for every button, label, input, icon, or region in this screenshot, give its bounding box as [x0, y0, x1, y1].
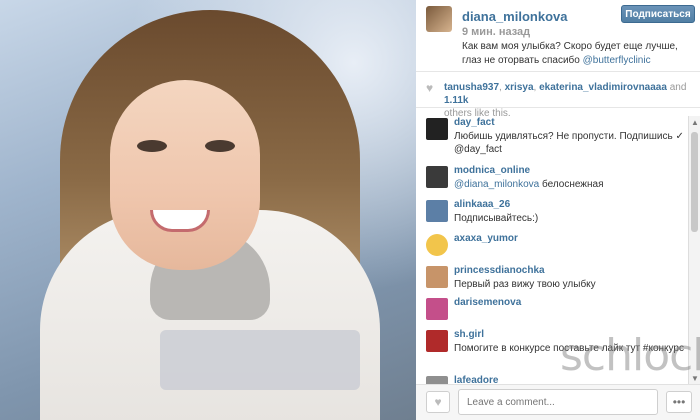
- comment-avatar[interactable]: [426, 234, 448, 256]
- like-button[interactable]: ♥: [426, 391, 450, 413]
- photo-face: [110, 80, 260, 270]
- post-side-panel: diana_milonkova 9 мин. назад Подписаться…: [416, 0, 700, 420]
- comment-avatar[interactable]: [426, 298, 448, 320]
- more-options-button[interactable]: •••: [666, 391, 692, 413]
- like-user[interactable]: ekaterina_vladimirovnaaaa: [539, 82, 667, 93]
- comment-avatar[interactable]: [426, 376, 448, 384]
- comment-avatar[interactable]: [426, 200, 448, 222]
- comment-text: Подписывайтесь:): [454, 213, 539, 224]
- comment-username[interactable]: sh.girl: [454, 329, 484, 340]
- photo-eye-left: [137, 140, 167, 152]
- like-user[interactable]: tanusha937: [444, 82, 499, 93]
- comments-list: day_fact Любишь удивляться? Не пропусти.…: [416, 116, 688, 384]
- comment-text: Любишь удивляться? Не пропусти. Подпишис…: [454, 131, 684, 155]
- scroll-up-icon[interactable]: ▲: [689, 116, 700, 128]
- comment-avatar[interactable]: [426, 266, 448, 288]
- follow-button[interactable]: Подписаться: [621, 5, 695, 23]
- post-header: diana_milonkova 9 мин. назад Подписаться…: [416, 0, 700, 72]
- comment-username[interactable]: princessdianochka: [454, 265, 545, 276]
- comment-username[interactable]: day_fact: [454, 117, 495, 128]
- scroll-thumb[interactable]: [691, 132, 698, 232]
- heart-icon: ♥: [426, 81, 434, 95]
- post-photo[interactable]: [0, 0, 416, 420]
- likes-section: ♥ tanusha937, xrisya, ekaterina_vladimir…: [416, 78, 700, 119]
- hoodie-print: [160, 330, 360, 390]
- comment-avatar[interactable]: [426, 166, 448, 188]
- comment-avatar[interactable]: [426, 118, 448, 140]
- comment-input[interactable]: [458, 389, 658, 415]
- comment-mention[interactable]: @diana_milonkova: [454, 179, 539, 190]
- post-caption: Как вам моя улыбка? Скоро будет еще лучш…: [462, 40, 694, 68]
- comment-username[interactable]: axaxa_yumor: [454, 233, 518, 244]
- like-user[interactable]: xrisya: [505, 82, 534, 93]
- comment-footer: ♥ •••: [416, 384, 700, 420]
- post-time: 9 мин. назад: [462, 26, 531, 38]
- comment-username[interactable]: alinkaaa_26: [454, 199, 510, 210]
- comment-text: Помогите в конкурсе поставьте лайк тут #…: [454, 343, 684, 354]
- likes-count[interactable]: 1.11k: [444, 95, 468, 106]
- comment-username[interactable]: modnica_online: [454, 165, 530, 176]
- caption-mention[interactable]: @butterflyclinic: [583, 55, 651, 66]
- comments-scrollbar[interactable]: ▲ ▼: [688, 116, 700, 384]
- user-avatar[interactable]: [426, 6, 452, 32]
- scroll-down-icon[interactable]: ▼: [689, 372, 700, 384]
- post-username[interactable]: diana_milonkova: [462, 9, 567, 24]
- photo-eye-right: [205, 140, 235, 152]
- comment-username[interactable]: darisemenova: [454, 297, 521, 308]
- comment-avatar[interactable]: [426, 330, 448, 352]
- comment-text: @diana_milonkova белоснежная: [454, 179, 604, 190]
- comment-text: Первый раз вижу твою улыбку: [454, 279, 596, 290]
- comment-username[interactable]: lafeadore: [454, 375, 498, 384]
- likes-text: tanusha937, xrisya, ekaterina_vladimirov…: [444, 81, 694, 120]
